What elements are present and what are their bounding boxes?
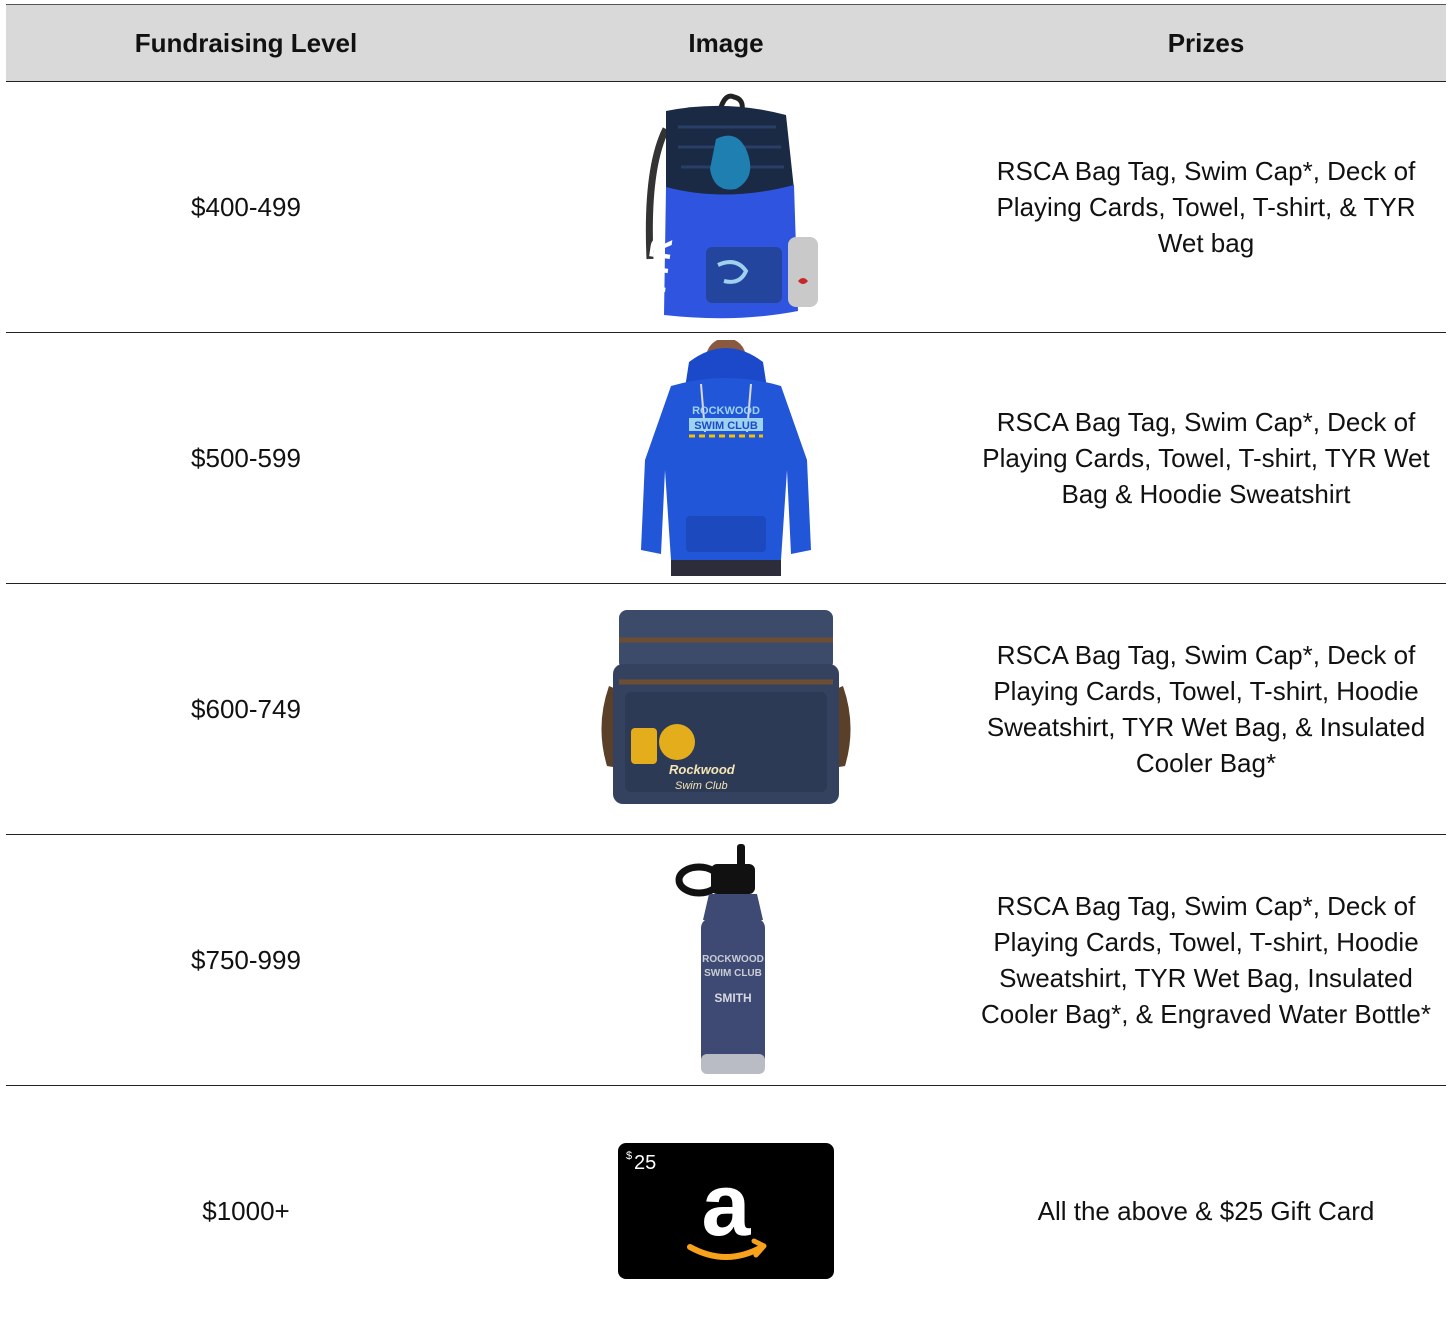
- image-cell: ROCKWOOD SWIM CLUB SMITH: [486, 835, 966, 1085]
- prizes-text: RSCA Bag Tag, Swim Cap*, Deck of Playing…: [982, 407, 1430, 509]
- image-cell: $ 25 a: [486, 1086, 966, 1336]
- table-row: $500-599 ROCKWOOD SWIM CLUB RSCA Bag Tag…: [6, 333, 1446, 584]
- prizes-text: RSCA Bag Tag, Swim Cap*, Deck of Playing…: [996, 156, 1416, 258]
- header-image: Image: [688, 28, 764, 58]
- tyr-mesh-backpack-icon: TYR: [638, 93, 818, 319]
- fundraising-level: $1000+: [202, 1195, 290, 1226]
- insulated-cooler-bag-icon: Rockwood Swim Club: [601, 610, 851, 804]
- fundraising-level: $400-499: [191, 191, 301, 222]
- prizes-cell: RSCA Bag Tag, Swim Cap*, Deck of Playing…: [966, 584, 1446, 834]
- header-fundraising-level: Fundraising Level: [134, 28, 358, 58]
- header-prizes: Prizes: [1167, 28, 1245, 58]
- bottle-engraving: SMITH: [714, 991, 751, 1005]
- fundraising-level: $500-599: [191, 442, 301, 473]
- image-cell: Rockwood Swim Club: [486, 584, 966, 834]
- table-row: $1000+ $ 25 a All the above & $25 Gift C…: [6, 1086, 1446, 1336]
- fundraising-level: $750-999: [191, 944, 301, 975]
- amazon-logo-letter: a: [702, 1155, 752, 1254]
- bottle-logo-line2: SWIM CLUB: [704, 968, 762, 979]
- bottle-logo-line1: ROCKWOOD: [702, 954, 764, 965]
- prizes-cell: All the above & $25 Gift Card: [966, 1086, 1446, 1336]
- prizes-cell: RSCA Bag Tag, Swim Cap*, Deck of Playing…: [966, 835, 1446, 1085]
- table-row: $400-499 TYR RSCA Bag Tag, Swim Cap*, De…: [6, 82, 1446, 333]
- hoodie-sweatshirt-icon: ROCKWOOD SWIM CLUB: [641, 340, 811, 576]
- card-currency: $: [626, 1150, 632, 1162]
- rockwood-logo-line2: SWIM CLUB: [694, 420, 758, 432]
- card-amount: 25: [634, 1152, 656, 1174]
- prizes-table: Fundraising Level Image Prizes $400-499 …: [6, 4, 1446, 1336]
- prizes-text: All the above & $25 Gift Card: [1037, 1196, 1375, 1226]
- image-cell: ROCKWOOD SWIM CLUB: [486, 333, 966, 583]
- table-row: $750-999 ROCKWOOD SWIM CLUB SMITH RSCA B…: [6, 835, 1446, 1086]
- image-cell: TYR: [486, 82, 966, 332]
- prizes-cell: RSCA Bag Tag, Swim Cap*, Deck of Playing…: [966, 82, 1446, 332]
- prizes-text: RSCA Bag Tag, Swim Cap*, Deck of Playing…: [981, 891, 1431, 1029]
- table-header: Fundraising Level Image Prizes: [6, 4, 1446, 82]
- prizes-text: RSCA Bag Tag, Swim Cap*, Deck of Playing…: [986, 640, 1426, 778]
- table-row: $600-749 Rockwood Swim Club RSCA Bag Tag…: [6, 584, 1446, 835]
- rockwood-logo-line1: ROCKWOOD: [692, 405, 760, 417]
- amazon-gift-card-icon: $ 25 a: [618, 1143, 834, 1279]
- prizes-cell: RSCA Bag Tag, Swim Cap*, Deck of Playing…: [966, 333, 1446, 583]
- engraved-water-bottle-icon: ROCKWOOD SWIM CLUB SMITH: [675, 844, 765, 1074]
- cooler-logo-line2: Swim Club: [675, 780, 728, 792]
- fundraising-level: $600-749: [191, 693, 301, 724]
- cooler-logo-line1: Rockwood: [669, 762, 736, 777]
